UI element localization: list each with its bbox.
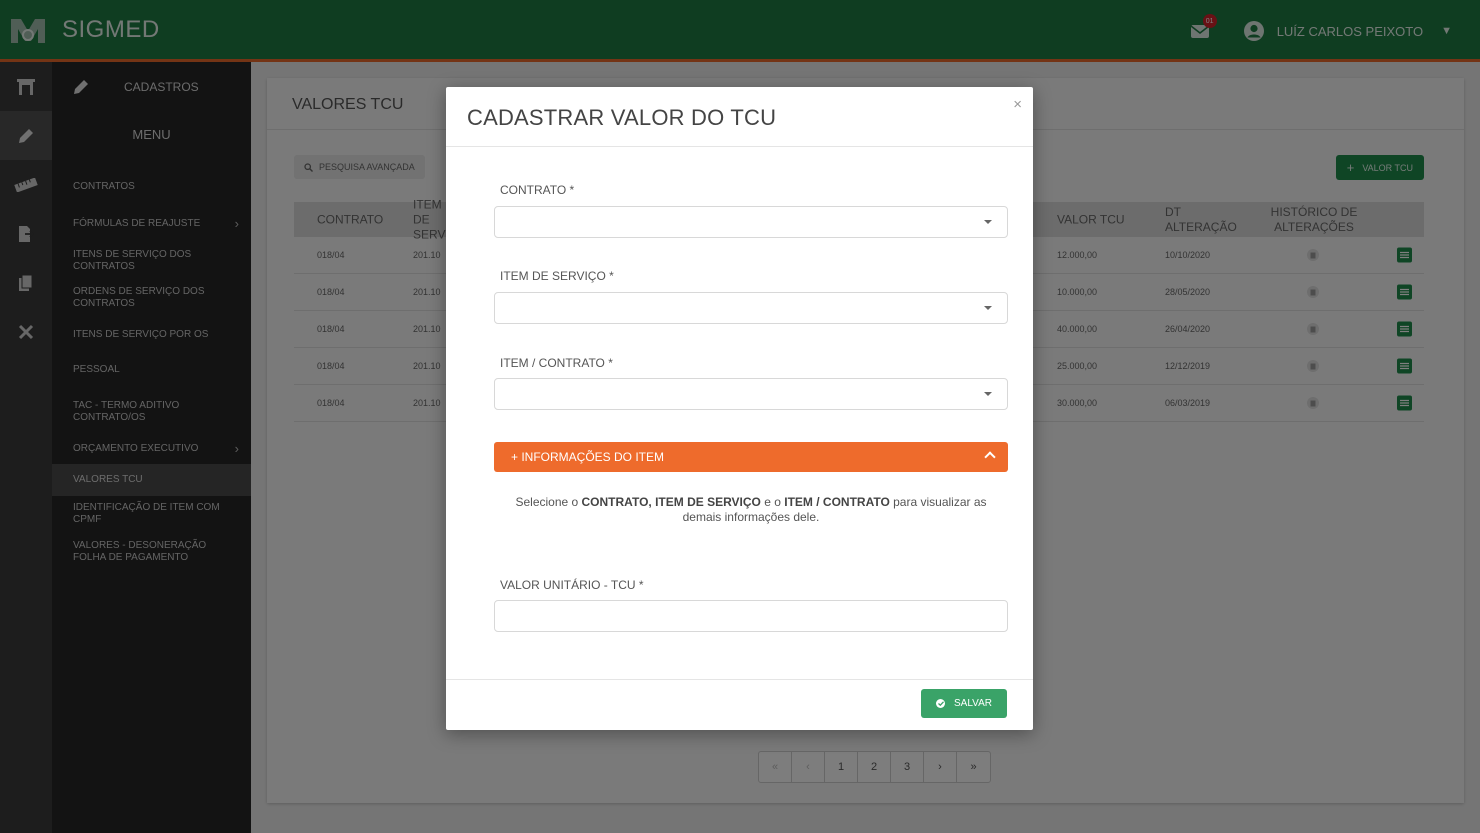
valor-unitario-input[interactable] (494, 600, 1008, 632)
item-info-accordion[interactable]: + INFORMAÇÕES DO ITEM (494, 442, 1008, 472)
item-contrato-label: ITEM / CONTRATO * (500, 356, 613, 370)
save-button[interactable]: SALVAR (921, 689, 1007, 718)
chevron-down-icon (984, 306, 992, 310)
item-contrato-select[interactable] (494, 378, 1008, 410)
contrato-select[interactable] (494, 206, 1008, 238)
close-icon[interactable]: × (1013, 96, 1022, 113)
modal-header-divider (446, 146, 1033, 147)
cadastrar-valor-modal: CADASTRAR VALOR DO TCU × CONTRATO * ITEM… (446, 87, 1033, 730)
hint-text-1: Selecione o (515, 495, 582, 509)
modal-title: CADASTRAR VALOR DO TCU (467, 105, 777, 130)
chevron-down-icon (984, 392, 992, 396)
item-servico-label: ITEM DE SERVIÇO * (500, 269, 614, 283)
hint-bold-2: ITEM / CONTRATO (784, 495, 890, 509)
hint-text-2: e o (760, 495, 785, 509)
check-circle-icon (936, 699, 945, 708)
contrato-label: CONTRATO * (500, 183, 575, 197)
accordion-label: + INFORMAÇÕES DO ITEM (511, 450, 665, 464)
valor-unitario-label: VALOR UNITÁRIO - TCU * (500, 578, 644, 592)
chevron-up-icon (984, 451, 996, 463)
chevron-down-icon (984, 220, 992, 224)
hint-bold-1: CONTRATO, ITEM DE SERVIÇO (581, 495, 761, 509)
item-info-hint: Selecione o CONTRATO, ITEM DE SERVIÇO e … (506, 495, 996, 525)
modal-footer-divider (446, 679, 1033, 680)
save-label: SALVAR (954, 698, 992, 709)
item-servico-select[interactable] (494, 292, 1008, 324)
